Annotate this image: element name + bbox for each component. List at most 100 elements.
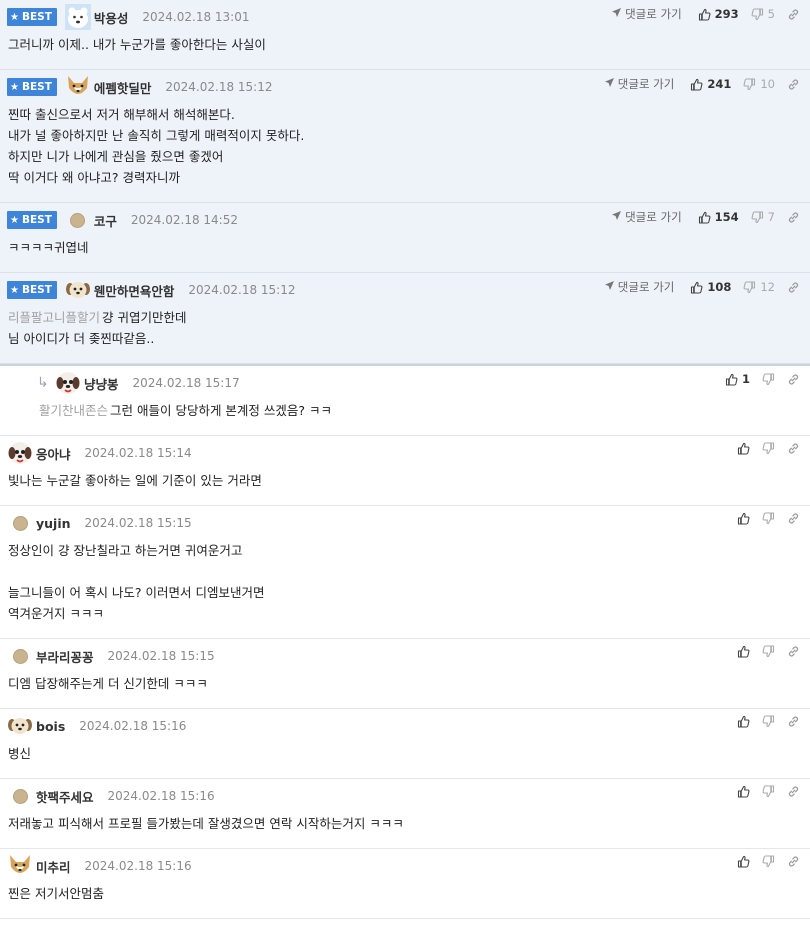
comment-header: ↳ 냥냥봉 2024.02.18 15:17 [30, 366, 810, 400]
star-icon: ★ [10, 11, 19, 23]
comment-line: 정상인이 걍 장난칠라고 하는거면 귀여운거고 [8, 540, 802, 561]
comment-line: 활기찬내존슨 그런 애들이 당당하게 본계정 쓰겠음? ㅋㅋ [39, 400, 802, 421]
upvote-button[interactable]: 293 [698, 7, 739, 21]
author-nickname[interactable]: 코구 [94, 211, 117, 230]
comment-text: 늘그니들이 어 혹시 나도? 이러면서 디엠보낸거면 [8, 585, 265, 600]
author-nickname[interactable]: 박용성 [94, 8, 129, 27]
goto-comment-link[interactable]: 댓글로 가기 [604, 76, 674, 92]
goto-comment-link[interactable]: 댓글로 가기 [611, 209, 682, 225]
default-dot-icon[interactable] [7, 783, 33, 809]
mentioned-user[interactable]: 리플팔고니플할기 [8, 310, 100, 325]
downvote-button[interactable] [762, 855, 775, 868]
dog-face-icon[interactable] [55, 370, 81, 396]
mentioned-user[interactable]: 활기찬내존슨 [39, 403, 108, 418]
link-icon [787, 715, 800, 728]
comment-text: 그러니까 이제.. 내가 누군가를 좋아한다는 사실이 [8, 37, 266, 52]
downvote-count: 10 [760, 77, 775, 91]
author-nickname[interactable]: 핫팩주세요 [36, 787, 94, 806]
upvote-button[interactable] [737, 855, 750, 868]
downvote-button[interactable] [762, 442, 775, 455]
puppy-icon[interactable] [7, 713, 33, 739]
thumbs-down-icon [762, 442, 775, 455]
thumbs-up-icon [737, 715, 750, 728]
author-nickname[interactable]: 냥냥봉 [84, 374, 119, 393]
goto-comment-link[interactable]: 댓글로 가기 [604, 279, 674, 295]
downvote-button[interactable] [762, 645, 775, 658]
comment-line: 빛나는 누군갈 좋아하는 일에 기준이 있는 거라면 [8, 470, 802, 491]
dog-face-icon[interactable] [7, 440, 33, 466]
comment-actions: 댓글로 가기 108 12 [604, 279, 800, 295]
default-dot-icon[interactable] [7, 510, 33, 536]
author-nickname[interactable]: bois [36, 719, 65, 734]
comment-actions [731, 442, 800, 455]
permalink-button[interactable] [787, 281, 800, 294]
thumbs-down-icon [762, 715, 775, 728]
upvote-button[interactable] [737, 512, 750, 525]
polar-bear-icon[interactable] [64, 4, 91, 30]
thumbs-down-icon [762, 512, 775, 525]
fox-dog-icon[interactable] [7, 853, 33, 879]
send-icon [611, 210, 625, 224]
thumbs-up-icon [725, 373, 738, 386]
upvote-button[interactable]: 1 [725, 372, 750, 386]
upvote-button[interactable] [737, 785, 750, 798]
comment-date: 2024.02.18 14:52 [130, 213, 238, 227]
author-nickname[interactable]: 에펨핫딜만 [94, 78, 152, 97]
downvote-button[interactable]: 5 [751, 7, 775, 21]
comment-text: 내가 널 좋아하지만 난 솔직히 그렇게 매력적이지 못하다. [8, 128, 305, 143]
link-icon [787, 512, 800, 525]
permalink-button[interactable] [787, 442, 800, 455]
link-icon [787, 645, 800, 658]
puppy-icon[interactable] [65, 277, 91, 303]
author-nickname[interactable]: 웬만하면욕안함 [94, 281, 175, 300]
permalink-button[interactable] [787, 8, 800, 21]
upvote-button[interactable]: 241 [690, 77, 731, 91]
comment-text: 그런 애들이 당당하게 본계정 쓰겠음? ㅋㅋ [110, 403, 333, 418]
thumbs-up-icon [698, 211, 711, 224]
downvote-button[interactable]: 7 [751, 210, 775, 224]
permalink-button[interactable] [787, 645, 800, 658]
downvote-button[interactable]: 12 [743, 280, 775, 294]
comment-line: ㅋㅋㅋㅋ귀엽네 [8, 237, 802, 258]
downvote-button[interactable] [762, 512, 775, 525]
thumbs-up-icon [737, 645, 750, 658]
default-dot-icon[interactable] [65, 207, 91, 233]
upvote-button[interactable] [737, 645, 750, 658]
downvote-button[interactable] [762, 715, 775, 728]
permalink-button[interactable] [787, 715, 800, 728]
author-nickname[interactable]: 미추리 [36, 857, 71, 876]
comment-text: 빛나는 누군갈 좋아하는 일에 기준이 있는 거라면 [8, 473, 262, 488]
permalink-button[interactable] [787, 78, 800, 91]
comment-actions [731, 512, 800, 525]
best-label: BEST [21, 11, 52, 23]
downvote-button[interactable] [762, 372, 775, 386]
upvote-button[interactable] [737, 715, 750, 728]
comment-date: 2024.02.18 15:16 [107, 789, 215, 803]
author-nickname[interactable]: yujin [36, 516, 71, 531]
comment-text: 찐은 저기서안멈춤 [8, 886, 104, 901]
comment-actions [731, 715, 800, 728]
comment-header: bois 2024.02.18 15:16 [0, 709, 810, 743]
permalink-button[interactable] [787, 373, 800, 386]
thumbs-down-icon [762, 645, 775, 658]
permalink-button[interactable] [787, 855, 800, 868]
author-nickname[interactable]: 응아냐 [36, 444, 71, 463]
upvote-button[interactable]: 154 [698, 210, 739, 224]
comment-line: 디엠 답장해주는게 더 신기한데 ㅋㅋㅋ [8, 673, 802, 694]
comment-date: 2024.02.18 13:01 [142, 10, 250, 24]
fox-dog-icon[interactable] [65, 74, 91, 100]
permalink-button[interactable] [787, 211, 800, 224]
upvote-button[interactable] [737, 442, 750, 455]
upvote-button[interactable]: 108 [690, 280, 731, 294]
permalink-button[interactable] [787, 785, 800, 798]
downvote-button[interactable] [762, 785, 775, 798]
thumbs-down-icon [762, 855, 775, 868]
goto-comment-link[interactable]: 댓글로 가기 [611, 6, 682, 22]
default-dot-icon[interactable] [7, 643, 33, 669]
link-icon [787, 281, 800, 294]
link-icon [787, 855, 800, 868]
permalink-button[interactable] [787, 512, 800, 525]
downvote-button[interactable]: 10 [743, 77, 775, 91]
author-nickname[interactable]: 부라리꽁꽁 [36, 647, 94, 666]
upvote-count: 293 [714, 7, 739, 21]
